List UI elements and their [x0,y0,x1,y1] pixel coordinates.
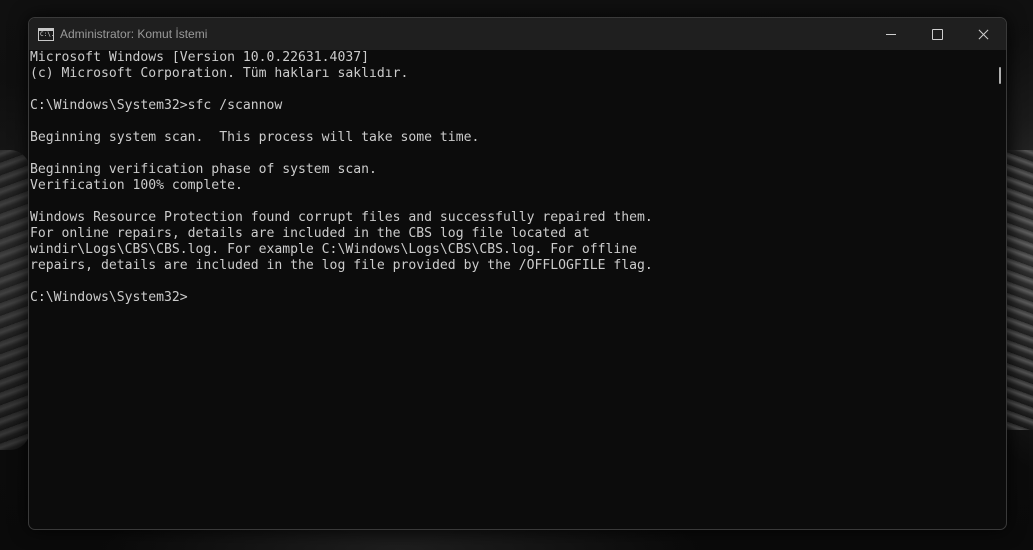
console-line: Beginning system scan. This process will… [30,130,480,145]
command-prompt-line[interactable]: C:\Windows\System32> [30,290,995,306]
cmd-icon[interactable]: C:\. [38,27,55,41]
console-output[interactable]: Microsoft Windows [Version 10.0.22631.40… [29,50,995,527]
window-title: Administrator: Komut İstemi [60,27,208,41]
console-line: Beginning verification phase of system s… [30,162,377,177]
window-controls [868,18,1006,50]
console-line: For online repairs, details are included… [30,226,590,241]
console-line: windir\Logs\CBS\CBS.log. For example C:\… [30,242,637,257]
console-line: Microsoft Windows [Version 10.0.22631.40… [30,50,369,65]
wallpaper-decoration-right [1007,150,1033,430]
maximize-button[interactable] [914,18,960,50]
minimize-button[interactable] [868,18,914,50]
close-button[interactable] [960,18,1006,50]
command-prompt-window: C:\. Administrator: Komut İstemi Microso… [28,17,1007,530]
scrollbar-thumb[interactable] [999,67,1001,84]
vertical-scrollbar[interactable] [995,50,1006,527]
console-line: (c) Microsoft Corporation. Tüm hakları s… [30,66,409,81]
cmd-icon-text: C:\. [40,30,55,38]
minimize-icon [886,33,896,35]
console-line: repairs, details are included in the log… [30,258,653,273]
console-line: Windows Resource Protection found corrup… [30,210,653,225]
console-line: Verification 100% complete. [30,178,243,193]
wallpaper-decoration-left [0,150,30,450]
console-line: C:\Windows\System32>sfc /scannow [30,98,283,113]
title-bar[interactable]: C:\. Administrator: Komut İstemi [29,18,1006,50]
close-icon [978,29,989,40]
maximize-icon [931,28,943,40]
